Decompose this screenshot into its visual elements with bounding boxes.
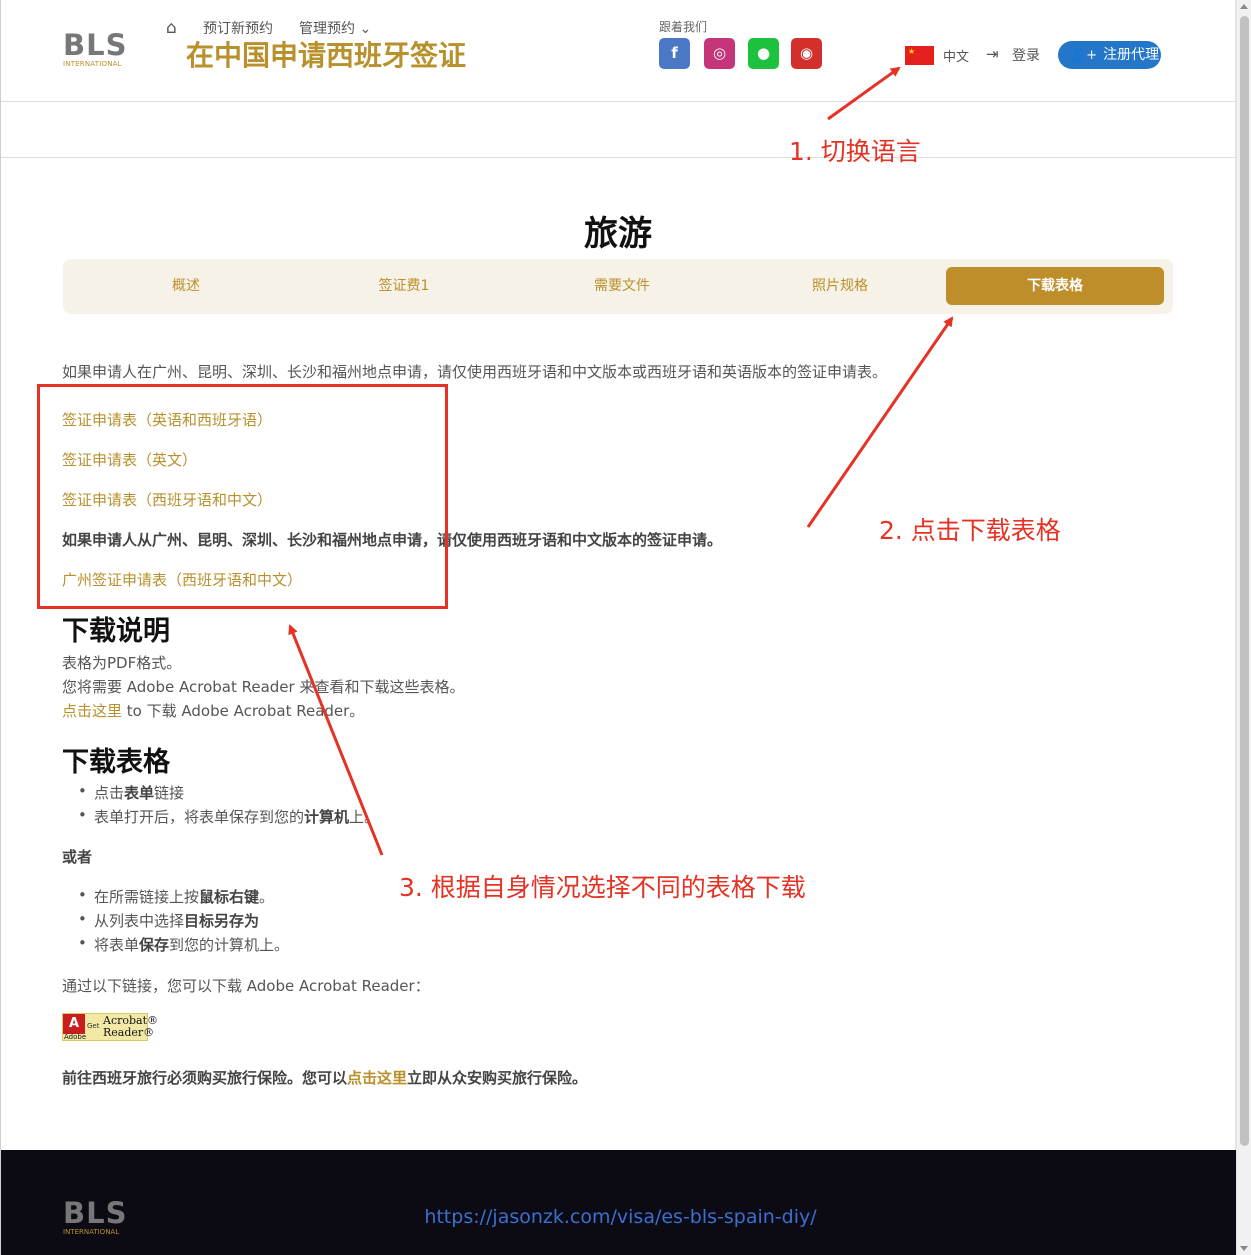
acrobat-download-link[interactable]: 点击这里 (62, 702, 122, 720)
chevron-down-icon: ⌄ (359, 21, 372, 37)
scroll-down-arrow-icon[interactable] (1240, 1246, 1248, 1251)
facebook-icon[interactable]: f (659, 38, 690, 69)
scroll-up-arrow-icon[interactable] (1240, 4, 1248, 9)
china-flag-icon[interactable]: ★ (905, 46, 934, 65)
nav-manage-booking[interactable]: 管理预约 ⌄ (299, 18, 371, 38)
language-selector[interactable]: 中文 (943, 46, 969, 65)
page-heading: 旅游 (584, 214, 652, 254)
list-item: 点击表单链接 (78, 782, 184, 803)
register-label: 注册代理 (1103, 47, 1160, 63)
instr-line-2: 您将需要 Adobe Acrobat Reader 来查看和下载这些表格。 (62, 678, 465, 696)
site-title: 在中国申请西班牙签证 (186, 39, 467, 72)
login-icon[interactable]: ⇥ (986, 45, 999, 63)
instr-line-3-rest: to 下载 Adobe Acrobat Reader。 (122, 702, 365, 720)
list-item: 将表单保存到您的计算机上。 (78, 934, 289, 955)
main-nav (1, 102, 1236, 158)
tab-download-forms[interactable]: 下载表格 (946, 267, 1164, 305)
download-instructions-heading: 下载说明 (62, 616, 170, 647)
annotation-step-2: 2. 点击下载表格 (879, 516, 1061, 545)
site-footer: BLS INTERNATIONAL https://jasonzk.com/vi… (1, 1150, 1236, 1255)
instagram-icon[interactable]: ◎ (704, 38, 735, 69)
annotation-step-1: 1. 切换语言 (789, 137, 921, 166)
list-item: 表单打开后，将表单保存到您的计算机上。 (78, 806, 379, 827)
add-user-icon: 👤+ (1070, 48, 1098, 63)
flag-star-icon: ★ (908, 47, 916, 56)
scrollbar[interactable] (1236, 0, 1251, 1255)
instr-line-3: 点击这里 to 下载 Adobe Acrobat Reader。 (62, 700, 364, 721)
scrollbar-thumb[interactable] (1240, 16, 1249, 1146)
footer-url[interactable]: https://jasonzk.com/visa/es-bls-spain-di… (1, 1206, 1236, 1228)
register-agent-button[interactable]: 👤+ 注册代理 (1058, 41, 1161, 69)
list-item: 在所需链接上按鼠标右键。 (78, 886, 274, 907)
list-item: 从列表中选择目标另存为 (78, 910, 259, 931)
intro-text: 如果申请人在广州、昆明、深圳、长沙和福州地点申请，请仅使用西班牙语和中文版本或西… (62, 363, 888, 381)
tab-visa-fee[interactable]: 签证费1 (295, 267, 513, 305)
bls-logo[interactable]: BLS INTERNATIONAL (63, 30, 133, 72)
visa-tabs: 概述 签证费1 需要文件 照片规格 下载表格 (63, 259, 1173, 314)
insurance-link[interactable]: 点击这里 (347, 1069, 407, 1087)
or-label: 或者 (62, 848, 93, 866)
wechat-icon[interactable]: ● (748, 38, 779, 69)
download-forms-heading: 下载表格 (62, 747, 170, 778)
tab-overview[interactable]: 概述 (77, 267, 295, 305)
tab-required-documents[interactable]: 需要文件 (513, 267, 731, 305)
home-icon[interactable]: ⌂ (166, 18, 177, 38)
nav-new-booking[interactable]: 预订新预约 (203, 18, 273, 38)
nav-manage-label: 管理预约 (299, 21, 355, 37)
adobe-icon: A (63, 1014, 85, 1034)
acrobat-line: 通过以下链接，您可以下载 Adobe Acrobat Reader： (62, 977, 430, 995)
weibo-icon[interactable]: ◉ (791, 38, 822, 69)
login-link[interactable]: 登录 (1012, 45, 1040, 65)
tab-photo-specs[interactable]: 照片规格 (731, 267, 949, 305)
instr-line-1: 表格为PDF格式。 (62, 654, 182, 672)
follow-us-label: 跟着我们 (659, 20, 708, 34)
get-acrobat-reader-badge[interactable]: A Adobe Get Acrobat® Reader® (62, 1013, 158, 1041)
form-links-highlight-box (37, 384, 448, 609)
annotation-step-3: 3. 根据自身情况选择不同的表格下载 (399, 873, 806, 902)
insurance-note: 前往西班牙旅行必须购买旅行保险。您可以点击这里立即从众安购买旅行保险。 (62, 1069, 588, 1087)
